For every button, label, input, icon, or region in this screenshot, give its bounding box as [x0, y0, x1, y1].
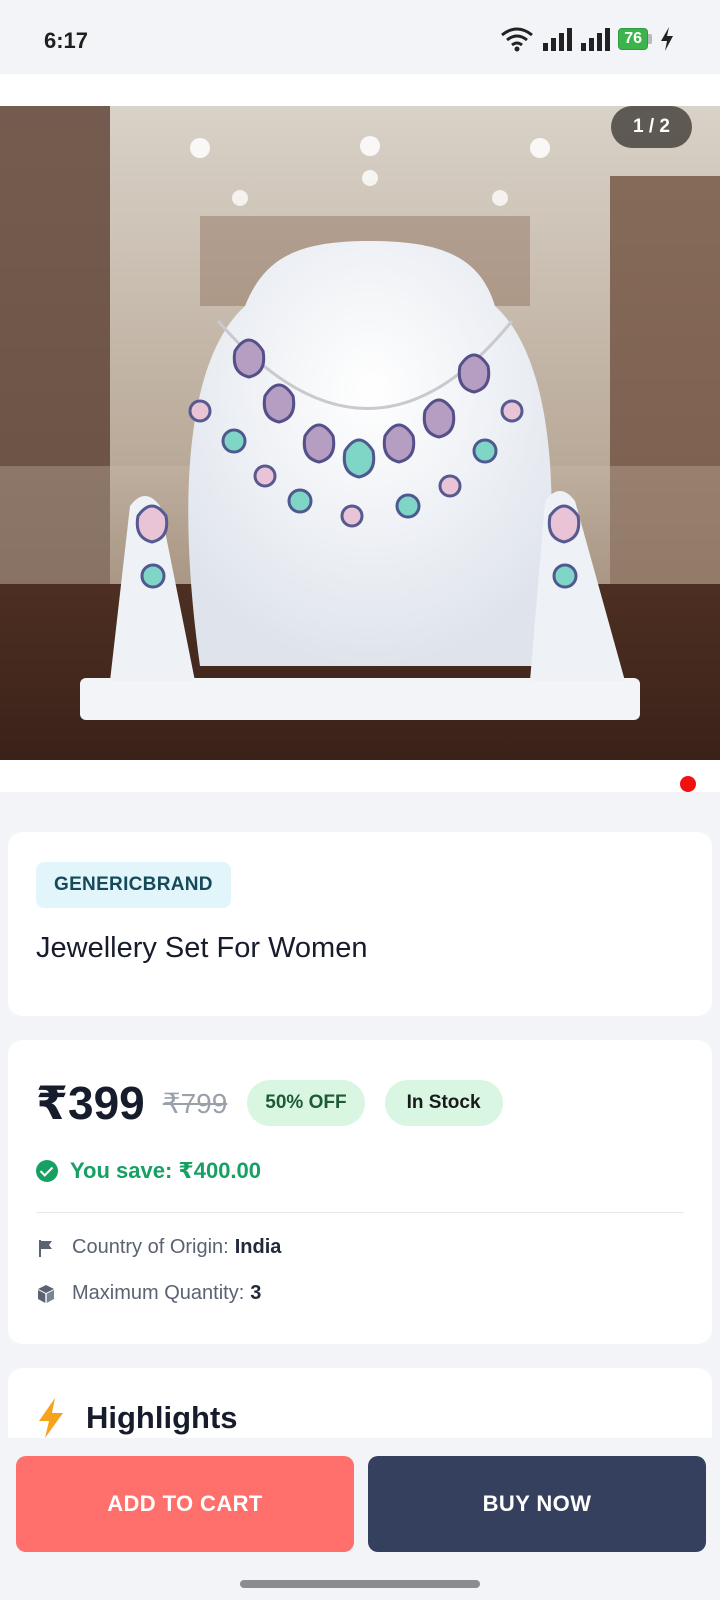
origin-value: India	[234, 1236, 282, 1258]
header-spacer	[0, 74, 720, 106]
product-image-gallery[interactable]: 1 / 2	[0, 106, 720, 760]
max-qty-label: Maximum Quantity:	[72, 1282, 245, 1304]
price-card: ₹399 ₹799 50% OFF In Stock You save: ₹40…	[8, 1040, 712, 1344]
selling-price: ₹399	[36, 1077, 145, 1129]
signal-icon-2	[581, 28, 611, 51]
buy-now-button[interactable]: BUY NOW	[368, 1456, 706, 1552]
origin-label: Country of Origin:	[72, 1236, 229, 1258]
status-time: 6:17	[44, 28, 89, 53]
gallery-footer	[0, 760, 720, 792]
price-row: ₹399 ₹799 50% OFF In Stock	[36, 1076, 503, 1130]
battery-indicator: 76	[618, 28, 652, 50]
notification-dot	[680, 776, 696, 792]
product-image	[0, 106, 720, 760]
box-icon	[38, 1284, 54, 1303]
product-title-card: GENERICBRAND Jewellery Set For Women	[8, 832, 712, 1016]
brand-chip[interactable]: GENERICBRAND	[36, 862, 231, 908]
savings-text: You save: ₹400.00	[70, 1158, 262, 1183]
origin-row: Country of Origin: India	[36, 1236, 281, 1259]
add-to-cart-button[interactable]: ADD TO CART	[16, 1456, 354, 1552]
divider	[36, 1212, 684, 1213]
lightning-icon	[39, 1398, 63, 1438]
highlights-header: Highlights	[36, 1398, 238, 1438]
bottom-action-bar: ADD TO CART BUY NOW	[0, 1438, 720, 1600]
image-counter: 1 / 2	[611, 106, 692, 148]
status-bar: 6:17 76	[0, 0, 720, 74]
battery-tip	[648, 34, 652, 44]
home-indicator[interactable]	[240, 1580, 480, 1588]
savings-row: You save: ₹400.00	[36, 1158, 261, 1184]
signal-icon	[543, 28, 573, 51]
max-qty-value: 3	[250, 1282, 262, 1304]
product-name: Jewellery Set For Women	[36, 932, 368, 964]
status-icons: 76	[500, 26, 674, 52]
highlights-title: Highlights	[86, 1400, 238, 1435]
battery-level: 76	[618, 28, 648, 50]
stock-badge: In Stock	[384, 1080, 503, 1126]
wifi-icon	[501, 27, 534, 52]
max-qty-row: Maximum Quantity: 3	[36, 1282, 261, 1305]
original-price: ₹799	[162, 1087, 228, 1119]
flag-icon	[39, 1239, 52, 1257]
charging-icon	[661, 27, 673, 51]
discount-badge: 50% OFF	[247, 1080, 365, 1126]
check-circle-icon	[36, 1160, 58, 1182]
